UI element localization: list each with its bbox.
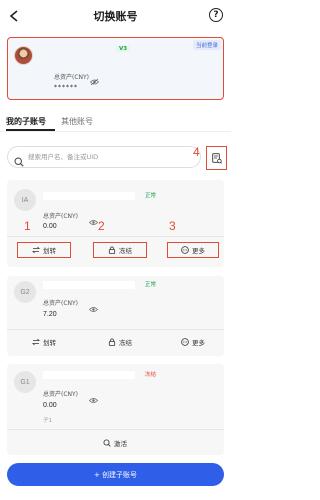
annotation-number-4: 4 bbox=[193, 145, 200, 159]
eye-icon[interactable] bbox=[88, 211, 99, 225]
transfer-label: 划转 bbox=[43, 247, 56, 255]
transfer-arrows-icon bbox=[32, 246, 40, 254]
total-asset-value: ****** bbox=[54, 84, 78, 91]
freeze-label: 冻结 bbox=[119, 247, 132, 255]
tab-other-accounts[interactable]: 其他账号 bbox=[61, 116, 93, 127]
card-divider bbox=[7, 429, 224, 430]
subaccount-card[interactable]: G2 正常 总资产(CNY) 7.20 划转 冻结 更多 bbox=[7, 276, 224, 356]
total-asset-value: 0.00 bbox=[43, 223, 57, 230]
eye-icon[interactable] bbox=[88, 389, 99, 403]
total-asset-label: 总资产(CNY) bbox=[43, 213, 79, 220]
help-icon[interactable]: ? bbox=[209, 8, 223, 22]
eye-off-icon[interactable] bbox=[89, 71, 100, 86]
status-badge: 正常 bbox=[145, 193, 157, 199]
status-badge: 正常 bbox=[145, 282, 157, 288]
subaccount-avatar: G1 bbox=[14, 371, 36, 393]
more-button[interactable]: 更多 bbox=[167, 242, 219, 258]
lock-icon bbox=[108, 246, 116, 254]
freeze-label: 冻结 bbox=[119, 339, 132, 347]
eye-icon[interactable] bbox=[88, 298, 99, 312]
total-asset-label: 总资产(CNY) bbox=[43, 391, 79, 398]
more-label: 更多 bbox=[192, 339, 205, 347]
total-asset-value: 0.00 bbox=[43, 402, 57, 409]
subaccount-card[interactable]: IA 正常 总资产(CNY) 0.00 1 2 3 划转 冻结 更多 bbox=[7, 180, 224, 267]
total-asset-label: 总资产(CNY) bbox=[54, 74, 90, 81]
freeze-button[interactable]: 冻结 bbox=[93, 334, 147, 350]
filter-button[interactable] bbox=[206, 146, 227, 170]
more-button[interactable]: 更多 bbox=[167, 334, 219, 350]
vip-badge: V3 bbox=[116, 46, 131, 52]
subaccount-card[interactable]: G1 冻结 总资产(CNY) 0.00 子1 激活 bbox=[7, 364, 224, 455]
lock-icon bbox=[108, 338, 116, 346]
card-divider bbox=[7, 236, 224, 237]
page-title: 切换账号 bbox=[93, 10, 138, 23]
search-box[interactable] bbox=[7, 146, 201, 168]
subaccount-avatar: G2 bbox=[14, 281, 36, 303]
total-asset-value: 7.20 bbox=[43, 311, 57, 318]
transfer-label: 划转 bbox=[43, 339, 56, 347]
more-dots-icon bbox=[181, 246, 189, 254]
transfer-button[interactable]: 划转 bbox=[17, 242, 71, 258]
create-subaccount-button[interactable]: + 创建子账号 bbox=[7, 463, 224, 486]
freeze-button[interactable]: 冻结 bbox=[93, 242, 147, 258]
filter-list-icon bbox=[211, 149, 222, 168]
activate-button[interactable]: 激活 bbox=[87, 435, 143, 451]
avatar bbox=[14, 46, 33, 65]
activate-search-icon bbox=[103, 439, 111, 447]
subaccount-avatar: IA bbox=[14, 189, 36, 211]
annotation-number-2: 2 bbox=[98, 219, 105, 233]
status-badge: 冻结 bbox=[145, 372, 157, 378]
current-login-badge: 当前登录 bbox=[192, 40, 221, 50]
tab-my-subaccounts[interactable]: 我的子账号 bbox=[6, 116, 46, 127]
more-dots-icon bbox=[181, 338, 189, 346]
more-label: 更多 bbox=[192, 247, 205, 255]
card-divider bbox=[7, 329, 224, 330]
subaccount-note: 子1 bbox=[43, 418, 52, 424]
annotation-number-1: 1 bbox=[24, 219, 31, 233]
subaccount-name-redacted bbox=[43, 281, 135, 289]
current-account-card[interactable]: 当前登录 V3 总资产(CNY) ****** bbox=[7, 37, 224, 100]
transfer-button[interactable]: 划转 bbox=[17, 334, 71, 350]
total-asset-label: 总资产(CNY) bbox=[43, 300, 79, 307]
transfer-arrows-icon bbox=[32, 338, 40, 346]
tab-divider bbox=[0, 131, 231, 132]
subaccount-name-redacted bbox=[43, 192, 135, 200]
search-input[interactable] bbox=[28, 149, 198, 165]
activate-label: 激活 bbox=[114, 440, 127, 448]
search-icon bbox=[14, 152, 24, 167]
subaccount-name-redacted bbox=[43, 371, 135, 379]
annotation-number-3: 3 bbox=[169, 219, 176, 233]
